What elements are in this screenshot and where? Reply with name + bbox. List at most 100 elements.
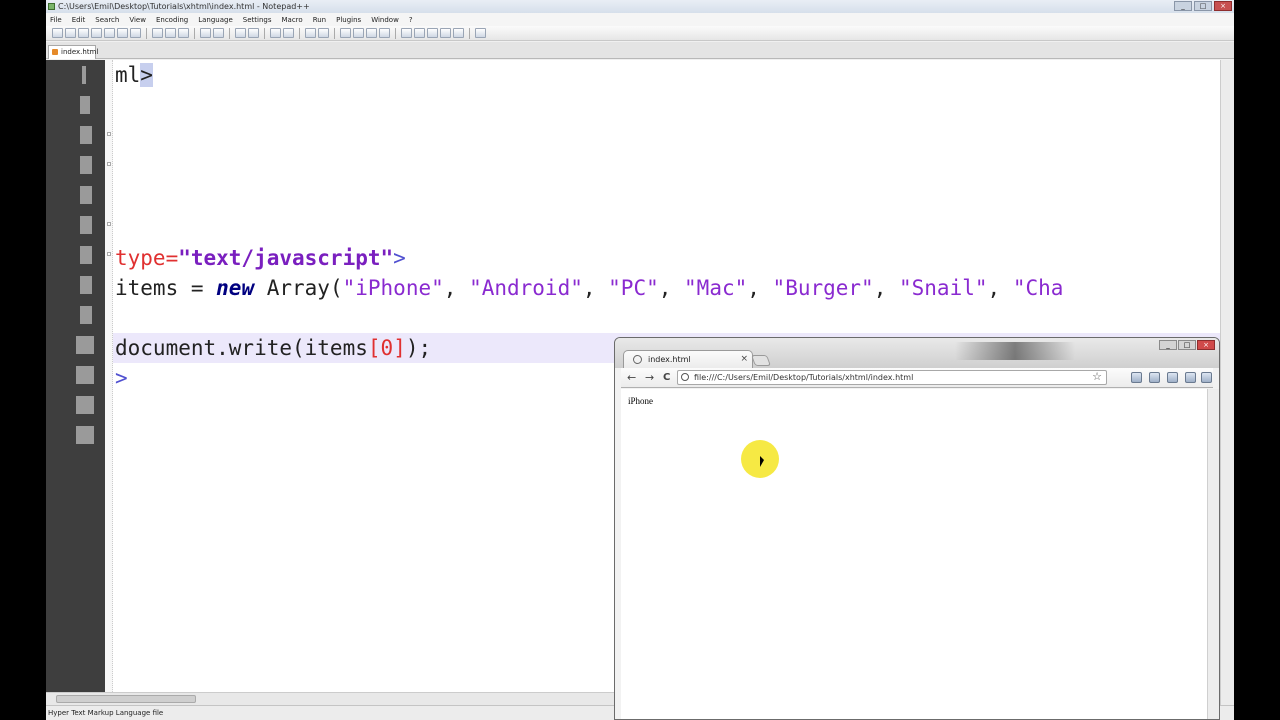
- open-file-icon[interactable]: [65, 28, 76, 38]
- vertical-scrollbar[interactable]: [1220, 60, 1234, 705]
- close-all-icon[interactable]: [117, 28, 128, 38]
- page-info-icon: [681, 373, 689, 381]
- menu-file[interactable]: File: [50, 16, 62, 24]
- line-number: [76, 94, 96, 116]
- mouse-cursor-icon: [760, 456, 764, 467]
- run-macro-multiple-icon[interactable]: [440, 28, 451, 38]
- line-number: [76, 394, 96, 416]
- file-type-label: Hyper Text Markup Language file: [48, 709, 164, 717]
- string-text: "Android": [469, 276, 583, 300]
- menu-macro[interactable]: Macro: [282, 16, 303, 24]
- code-line: ml>: [115, 60, 153, 90]
- file-modified-icon: [52, 49, 58, 55]
- tab-bar: index.html: [46, 42, 1234, 59]
- fold-marker-icon[interactable]: [107, 162, 111, 166]
- fold-marker-icon[interactable]: [107, 132, 111, 136]
- code-line: >: [115, 363, 128, 393]
- user-language-icon[interactable]: [379, 28, 390, 38]
- extension-icon[interactable]: [1167, 372, 1178, 383]
- code-text: ,: [658, 276, 685, 300]
- launch-browser-icon[interactable]: [475, 28, 486, 38]
- address-bar[interactable]: file:///C:/Users/Emil/Desktop/Tutorials/…: [677, 370, 1107, 385]
- attribute-text: type=: [115, 246, 179, 270]
- menu-settings[interactable]: Settings: [243, 16, 272, 24]
- string-text: "iPhone": [342, 276, 444, 300]
- code-text: ,: [443, 276, 470, 300]
- browser-scrollbar[interactable]: [1207, 389, 1219, 719]
- stop-macro-icon[interactable]: [414, 28, 425, 38]
- line-number: [76, 154, 96, 176]
- word-wrap-icon[interactable]: [340, 28, 351, 38]
- extension-icon[interactable]: [1149, 372, 1160, 383]
- wrench-menu-icon[interactable]: [1201, 372, 1212, 383]
- extension-icon[interactable]: [1131, 372, 1142, 383]
- show-all-chars-icon[interactable]: [353, 28, 364, 38]
- line-number: [76, 124, 96, 146]
- new-file-icon[interactable]: [52, 28, 63, 38]
- record-macro-icon[interactable]: [401, 28, 412, 38]
- tab-index-html[interactable]: index.html: [48, 45, 98, 59]
- chrome-title-bar: _ □ × index.html ×: [615, 338, 1219, 368]
- sync-vertical-icon[interactable]: [305, 28, 316, 38]
- fold-marker-icon[interactable]: [107, 222, 111, 226]
- code-text: Array(: [254, 276, 343, 300]
- toolbar-separator: [264, 27, 265, 39]
- string-text: "text/javascript": [178, 246, 394, 270]
- line-number: [76, 334, 96, 356]
- menu-search[interactable]: Search: [95, 16, 119, 24]
- menu-edit[interactable]: Edit: [72, 16, 86, 24]
- save-icon[interactable]: [78, 28, 89, 38]
- find-icon[interactable]: [235, 28, 246, 38]
- indent-guide-icon[interactable]: [366, 28, 377, 38]
- maximize-button[interactable]: □: [1178, 340, 1196, 350]
- window-title: C:\Users\Emil\Desktop\Tutorials\xhtml\in…: [58, 2, 310, 11]
- replace-icon[interactable]: [248, 28, 259, 38]
- print-icon[interactable]: [130, 28, 141, 38]
- close-button[interactable]: ×: [1214, 1, 1232, 11]
- scrollbar-thumb[interactable]: [56, 695, 196, 703]
- line-number: [76, 244, 96, 266]
- menu-run[interactable]: Run: [313, 16, 326, 24]
- back-icon[interactable]: ←: [627, 371, 636, 384]
- string-text: "PC": [608, 276, 659, 300]
- undo-icon[interactable]: [200, 28, 211, 38]
- redo-icon[interactable]: [213, 28, 224, 38]
- save-macro-icon[interactable]: [453, 28, 464, 38]
- menu-window[interactable]: Window: [371, 16, 399, 24]
- close-file-icon[interactable]: [104, 28, 115, 38]
- copy-icon[interactable]: [165, 28, 176, 38]
- fold-marker-icon[interactable]: [107, 252, 111, 256]
- menu-help[interactable]: ?: [409, 16, 413, 24]
- minimize-button[interactable]: _: [1159, 340, 1177, 350]
- line-number: [76, 214, 96, 236]
- close-tab-icon[interactable]: ×: [740, 351, 748, 368]
- cut-icon[interactable]: [152, 28, 163, 38]
- play-macro-icon[interactable]: [427, 28, 438, 38]
- zoom-in-icon[interactable]: [270, 28, 281, 38]
- menu-language[interactable]: Language: [198, 16, 233, 24]
- paste-icon[interactable]: [178, 28, 189, 38]
- menu-plugins[interactable]: Plugins: [336, 16, 361, 24]
- code-text: ,: [747, 276, 773, 300]
- chrome-window: _ □ × index.html × ← → C file:///C:/User…: [614, 337, 1220, 720]
- code-line: items = new Array("iPhone", "Android", "…: [115, 273, 1063, 303]
- reload-icon[interactable]: C: [663, 371, 670, 384]
- bookmark-star-icon[interactable]: ☆: [1092, 370, 1102, 383]
- extension-icon[interactable]: [1185, 372, 1196, 383]
- sync-horizontal-icon[interactable]: [318, 28, 329, 38]
- menu-encoding[interactable]: Encoding: [156, 16, 188, 24]
- browser-tab[interactable]: index.html ×: [623, 350, 753, 368]
- code-text: ,: [582, 276, 609, 300]
- save-all-icon[interactable]: [91, 28, 102, 38]
- page-favicon-icon: [633, 355, 642, 364]
- forward-icon[interactable]: →: [645, 371, 654, 384]
- toolbar-separator: [299, 27, 300, 39]
- zoom-out-icon[interactable]: [283, 28, 294, 38]
- close-button[interactable]: ×: [1197, 340, 1215, 350]
- toolbar-separator: [469, 27, 470, 39]
- maximize-button[interactable]: □: [1194, 1, 1212, 11]
- new-tab-button[interactable]: [750, 355, 772, 366]
- string-text: "Mac": [684, 276, 748, 300]
- menu-view[interactable]: View: [129, 16, 146, 24]
- minimize-button[interactable]: _: [1174, 1, 1192, 11]
